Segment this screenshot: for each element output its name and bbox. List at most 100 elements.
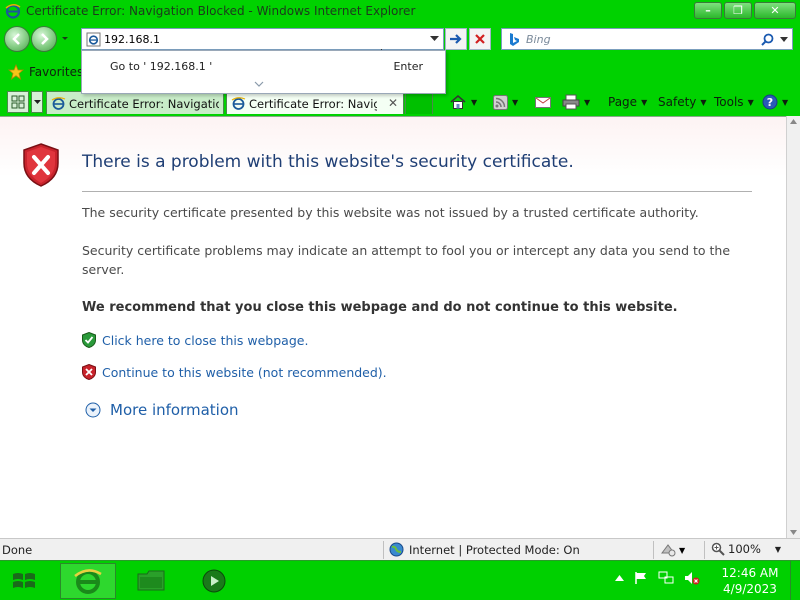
protected-mode-button[interactable]: ▼ <box>660 543 685 557</box>
help-icon: ? <box>762 94 778 110</box>
address-autocomplete: Go to ' 192.168.1 ' Enter <box>81 50 446 94</box>
search-dropdown-icon[interactable] <box>780 37 788 42</box>
continue-to-website-link[interactable]: Continue to this website (not recommende… <box>102 365 387 380</box>
search-icon[interactable] <box>761 33 774 46</box>
content-background <box>0 117 786 538</box>
clock-date: 4/9/2023 <box>723 582 777 596</box>
chevron-down-icon: ▼ <box>747 97 754 107</box>
go-button[interactable] <box>445 28 467 50</box>
home-icon <box>450 95 466 109</box>
red-shield-x-icon <box>82 364 96 380</box>
zone-label: Internet | Protected Mode: On <box>409 542 580 557</box>
error-warning: Security certificate problems may indica… <box>82 243 731 277</box>
safety-menu-label: Safety <box>658 95 697 109</box>
quick-tabs-button[interactable] <box>7 91 29 113</box>
page-ie-icon <box>51 97 66 110</box>
status-separator <box>653 541 654 559</box>
forward-arrow-icon <box>41 33 49 45</box>
page-content: There is a problem with this website's s… <box>0 116 786 538</box>
status-separator <box>383 541 384 559</box>
clock-time: 12:46 AM <box>721 566 779 580</box>
taskbar-clock[interactable]: 12:46 AM 4/9/2023 <box>710 565 790 597</box>
scroll-up-icon[interactable] <box>790 119 797 124</box>
error-description: The security certificate presented by th… <box>82 205 699 220</box>
enter-hint: Enter <box>393 60 423 73</box>
volume-muted-icon[interactable] <box>684 571 700 585</box>
expand-chevron-icon <box>85 402 101 418</box>
address-bar[interactable] <box>81 28 444 50</box>
show-desktop-button[interactable] <box>790 561 800 600</box>
search-input[interactable] <box>526 31 756 47</box>
read-mail-button[interactable] <box>535 93 551 111</box>
stop-button[interactable] <box>469 28 491 50</box>
continue-row: Continue to this website (not recommende… <box>82 364 387 380</box>
chevron-down-icon[interactable]: ▼ <box>584 98 590 107</box>
rss-feed-icon <box>493 94 508 110</box>
taskbar-media-player[interactable] <box>186 563 242 599</box>
zoom-magnifier-icon <box>711 542 725 556</box>
tab-certificate-error-2[interactable]: Certificate Error: Navig... ✕ <box>226 91 404 114</box>
page-menu[interactable]: Page ▼ <box>608 93 647 111</box>
chevron-down-icon: ▼ <box>782 97 789 107</box>
close-webpage-link[interactable]: Click here to close this webpage. <box>102 333 308 348</box>
forward-button[interactable] <box>31 26 57 52</box>
back-arrow-icon <box>12 33 20 45</box>
favorites-button[interactable]: Favorites <box>29 65 83 79</box>
action-center-flag-icon[interactable] <box>634 571 648 585</box>
back-button[interactable] <box>4 26 30 52</box>
tab-list-button[interactable] <box>31 91 43 113</box>
address-input[interactable] <box>104 31 404 47</box>
taskbar-file-explorer[interactable] <box>123 563 179 599</box>
ie-logo-icon <box>5 4 21 19</box>
new-tab-button[interactable] <box>405 91 433 114</box>
minimize-button[interactable]: – <box>694 2 722 19</box>
safety-menu[interactable]: Safety ▼ <box>658 93 707 111</box>
svg-text:?: ? <box>767 96 773 109</box>
chevron-down-icon: ▼ <box>679 545 686 555</box>
mail-icon <box>535 96 551 108</box>
recent-pages-dropdown-icon[interactable] <box>60 34 70 44</box>
taskbar: 12:46 AM 4/9/2023 <box>0 560 800 600</box>
windows-logo-icon <box>13 573 35 588</box>
close-tab-icon[interactable]: ✕ <box>388 96 398 110</box>
chevron-down-icon[interactable]: ▼ <box>512 98 518 107</box>
help-button[interactable]: ? ▼ <box>762 93 788 111</box>
print-button[interactable]: ▼ <box>562 93 590 111</box>
resize-grip-icon[interactable] <box>254 81 264 87</box>
show-hidden-icons-icon[interactable] <box>615 575 624 581</box>
feeds-button[interactable]: ▼ <box>493 93 518 111</box>
recommendation-text: We recommend that you close this webpage… <box>82 300 678 315</box>
window-controls: – ❐ ✕ <box>694 2 796 19</box>
globe-icon <box>389 542 404 557</box>
search-box[interactable] <box>501 28 793 50</box>
more-information-toggle[interactable]: More information <box>85 401 239 419</box>
status-bar: Done Internet | Protected Mode: On ▼ 100… <box>0 538 800 560</box>
page-menu-label: Page <box>608 95 638 109</box>
goto-suggestion[interactable]: Go to ' 192.168.1 ' <box>110 60 212 73</box>
scroll-down-icon[interactable] <box>790 530 797 535</box>
close-window-button[interactable]: ✕ <box>754 2 796 19</box>
address-dropdown-icon[interactable] <box>430 36 439 42</box>
stop-x-icon <box>475 34 485 44</box>
tab-certificate-error-1[interactable]: Certificate Error: Navigatio... <box>46 91 224 114</box>
zoom-control[interactable]: 100% ▼ <box>711 542 781 556</box>
close-webpage-row: Click here to close this webpage. <box>82 332 308 348</box>
media-player-icon <box>202 569 226 593</box>
network-icon[interactable] <box>658 571 674 585</box>
chevron-down-icon: ▼ <box>641 97 648 107</box>
chevron-down-icon[interactable]: ▼ <box>471 98 477 107</box>
maximize-button[interactable]: ❐ <box>724 2 752 19</box>
system-tray <box>615 571 700 585</box>
taskbar-internet-explorer[interactable] <box>60 563 116 599</box>
printer-icon <box>562 94 580 110</box>
zoom-level: 100% <box>728 542 761 556</box>
page-ie-icon <box>86 32 101 47</box>
home-button[interactable]: ▼ <box>449 93 477 111</box>
vertical-scrollbar[interactable] <box>786 116 800 538</box>
tools-menu[interactable]: Tools ▼ <box>714 93 754 111</box>
divider <box>82 191 752 192</box>
favorites-star-icon[interactable] <box>8 64 24 80</box>
security-zone[interactable]: Internet | Protected Mode: On <box>389 542 580 557</box>
chevron-down-icon: ▼ <box>774 544 782 554</box>
start-button[interactable] <box>4 564 44 598</box>
